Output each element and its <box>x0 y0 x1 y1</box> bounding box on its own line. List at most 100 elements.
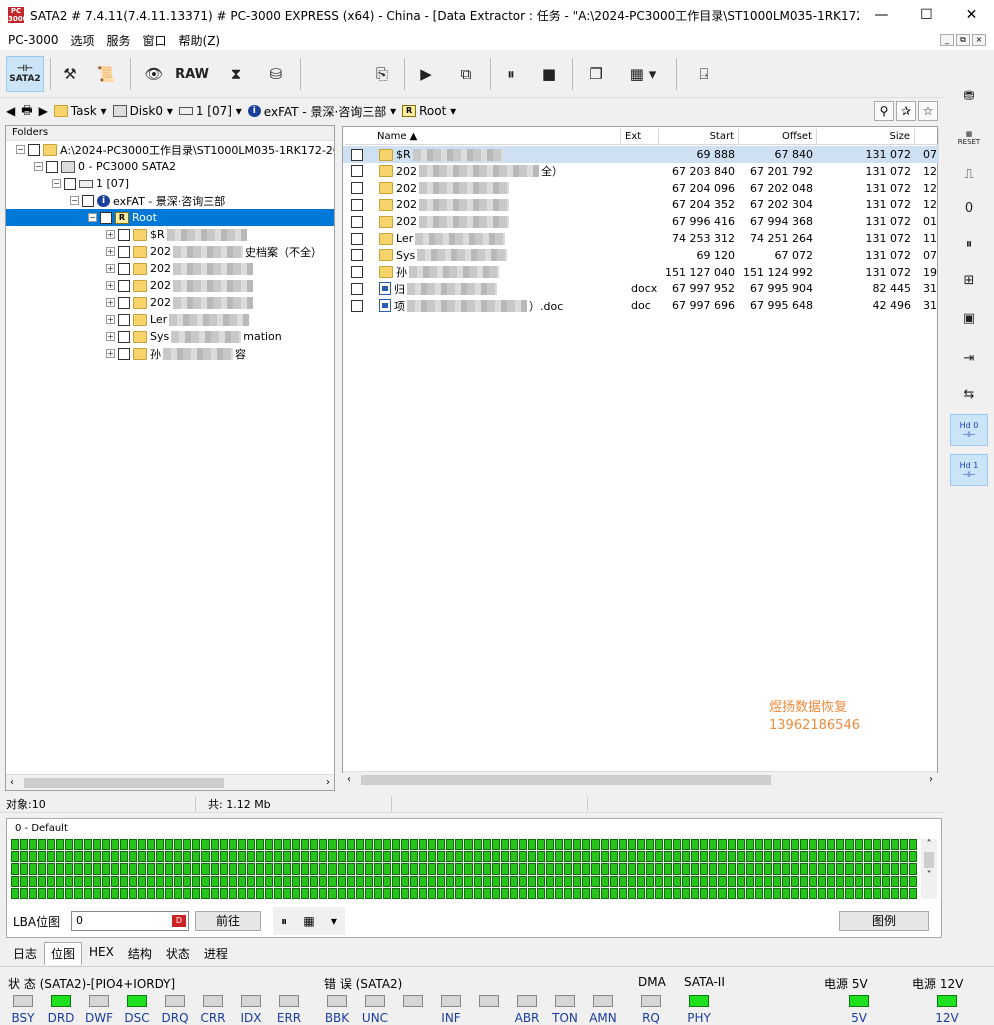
tree-checkbox[interactable] <box>118 228 130 241</box>
col-start[interactable]: Start <box>659 129 739 145</box>
chevron-down-icon[interactable]: ▾ <box>331 914 337 928</box>
file-row[interactable]: Sys 69 120 67 072 131 072 07 <box>343 247 939 264</box>
expand-icon[interactable]: + <box>106 349 115 358</box>
nav-forward-button[interactable]: ▶ <box>39 104 48 118</box>
file-row[interactable]: 202 67 996 416 67 994 368 131 072 01 <box>343 213 939 230</box>
tree-node-path[interactable]: − A:\2024-PC3000工作目录\ST1000LM035-1RK172-2… <box>16 141 334 158</box>
file-row[interactable]: 202 67 204 352 67 202 304 131 072 12 <box>343 196 939 213</box>
copy-icon[interactable]: ❐ <box>582 56 610 92</box>
mdi-close-button[interactable]: × <box>972 34 986 46</box>
stop-icon[interactable]: ■ <box>536 56 562 92</box>
menu-pc3000[interactable]: PC-3000 <box>8 33 58 47</box>
lba-input[interactable]: 0 D <box>71 911 189 931</box>
exit-icon[interactable]: ⍈ <box>690 56 718 92</box>
lba-vscrollbar[interactable]: ˄ ˅ <box>921 839 937 899</box>
tree-checkbox[interactable] <box>28 143 40 156</box>
menu-options[interactable]: 选项 <box>70 32 94 49</box>
collapse-icon[interactable]: − <box>34 162 43 171</box>
file-row[interactable]: 202 67 204 096 67 202 048 131 072 12 <box>343 180 939 197</box>
tree-node-folder[interactable]: +202 <box>106 294 255 311</box>
zero-icon[interactable]: 0 <box>950 192 988 224</box>
close-button[interactable]: ✕ <box>949 0 994 30</box>
pause-icon[interactable]: ⏸ <box>281 914 287 929</box>
tab-status[interactable]: 状态 <box>159 942 197 965</box>
file-row[interactable]: 项）.doc doc 67 997 696 67 995 648 42 496 31 <box>343 297 939 314</box>
tree-node-root[interactable]: − R Root <box>6 209 334 226</box>
file-checkbox[interactable] <box>351 249 363 262</box>
file-checkbox[interactable] <box>351 266 363 279</box>
connector-icon[interactable]: ⊞ <box>950 264 988 296</box>
minimize-button[interactable]: — <box>859 0 904 30</box>
legend-button[interactable]: 图例 <box>839 911 929 931</box>
raw-button[interactable]: RAW <box>174 56 210 92</box>
tree-checkbox[interactable] <box>118 296 130 309</box>
port-link-icon[interactable]: ⇆ <box>950 378 988 410</box>
file-checkbox[interactable] <box>351 299 363 312</box>
maximize-button[interactable]: ☐ <box>904 0 949 30</box>
nav-root[interactable]: R Root ▾ <box>402 104 456 118</box>
mdi-restore-button[interactable]: ⧉ <box>956 34 970 46</box>
scroll-left-icon[interactable]: ‹ <box>10 777 14 788</box>
collapse-icon[interactable]: − <box>52 179 61 188</box>
expand-icon[interactable]: + <box>106 247 115 256</box>
pause-icon[interactable]: ⏸ <box>498 56 524 92</box>
tab-bitmap[interactable]: 位图 <box>44 942 83 965</box>
sata-button[interactable]: ⊣⊢ SATA2 <box>6 56 44 92</box>
tree-node-folder[interactable]: +202 <box>106 277 255 294</box>
nav-disk[interactable]: Disk0 ▾ <box>112 104 173 118</box>
binoculars-icon[interactable]: 👁 <box>140 56 168 92</box>
hd0-button[interactable]: Hd 0 ⊣⊢ <box>950 414 988 446</box>
search-icon[interactable]: ⚲ <box>874 101 894 121</box>
file-row[interactable]: 202 全） 67 203 840 67 201 792 131 072 12 <box>343 163 939 180</box>
collapse-icon[interactable]: − <box>88 213 97 222</box>
file-checkbox[interactable] <box>351 282 363 295</box>
tree-checkbox[interactable] <box>118 313 130 326</box>
col-offset[interactable]: Offset <box>739 129 817 145</box>
expand-icon[interactable]: + <box>106 298 115 307</box>
collapse-icon[interactable]: − <box>16 145 25 154</box>
expand-icon[interactable]: + <box>106 315 115 324</box>
tab-log[interactable]: 日志 <box>6 942 44 965</box>
file-checkbox[interactable] <box>351 198 363 211</box>
scroll-left-icon[interactable]: ‹ <box>347 774 351 785</box>
hourglass-icon[interactable]: ⧗ <box>222 56 250 92</box>
reset-button[interactable]: ▦ RESET <box>950 122 988 154</box>
scroll-right-icon[interactable]: › <box>326 777 330 788</box>
nav-task[interactable]: Task ▾ <box>53 104 107 118</box>
nav-partition[interactable]: 1 [07] ▾ <box>178 104 242 118</box>
tree-node-filesystem[interactable]: − i exFAT - 景深·咨询三部 <box>70 192 225 209</box>
play-icon[interactable]: ▶ <box>412 56 440 92</box>
scroll-thumb[interactable] <box>361 775 771 785</box>
database-icon[interactable]: ⛃ <box>950 80 988 112</box>
tree-checkbox[interactable] <box>118 245 130 258</box>
col-name[interactable]: Name ▲ <box>373 129 621 145</box>
collapse-icon[interactable]: − <box>70 196 79 205</box>
tab-structure[interactable]: 结构 <box>121 942 159 965</box>
tree-checkbox[interactable] <box>82 194 94 207</box>
col-ext[interactable]: Ext <box>621 129 659 145</box>
tree-checkbox[interactable] <box>118 279 130 292</box>
tree-node-folder[interactable]: + 孙容 <box>106 345 246 362</box>
file-checkbox[interactable] <box>351 215 363 228</box>
tree-checkbox[interactable] <box>64 177 76 190</box>
tree-checkbox[interactable] <box>118 330 130 343</box>
star-icon[interactable]: ☆ <box>918 101 938 121</box>
scroll-right-icon[interactable]: › <box>929 774 933 785</box>
hex-toggle-icon[interactable]: D <box>172 915 186 927</box>
file-row[interactable]: Ler 74 253 312 74 251 264 131 072 11 <box>343 230 939 247</box>
flow-icon[interactable]: ⧉ <box>448 56 484 92</box>
tree-node-folder[interactable]: + $R <box>106 226 249 243</box>
scroll-down-icon[interactable]: ˅ <box>921 870 937 881</box>
expand-icon[interactable]: + <box>106 281 115 290</box>
nav-home-icon[interactable]: 🖶 <box>21 101 32 122</box>
chip-icon[interactable]: ▣ <box>950 302 988 334</box>
tab-hex[interactable]: HEX <box>82 942 121 965</box>
hd1-button[interactable]: Hd 1 ⊣⊢ <box>950 454 988 486</box>
tree-node-device[interactable]: −0 - PC3000 SATA2 <box>34 158 176 175</box>
tree-node-folder[interactable]: +202 史档案（不全） <box>106 243 322 260</box>
file-checkbox[interactable] <box>351 232 363 245</box>
expand-icon[interactable]: + <box>106 230 115 239</box>
nav-filesystem[interactable]: i exFAT - 景深·咨询三部 ▾ <box>247 103 396 120</box>
drive-icon[interactable]: ⛁ <box>262 56 290 92</box>
tree-hscrollbar[interactable]: ‹ › <box>6 774 334 790</box>
